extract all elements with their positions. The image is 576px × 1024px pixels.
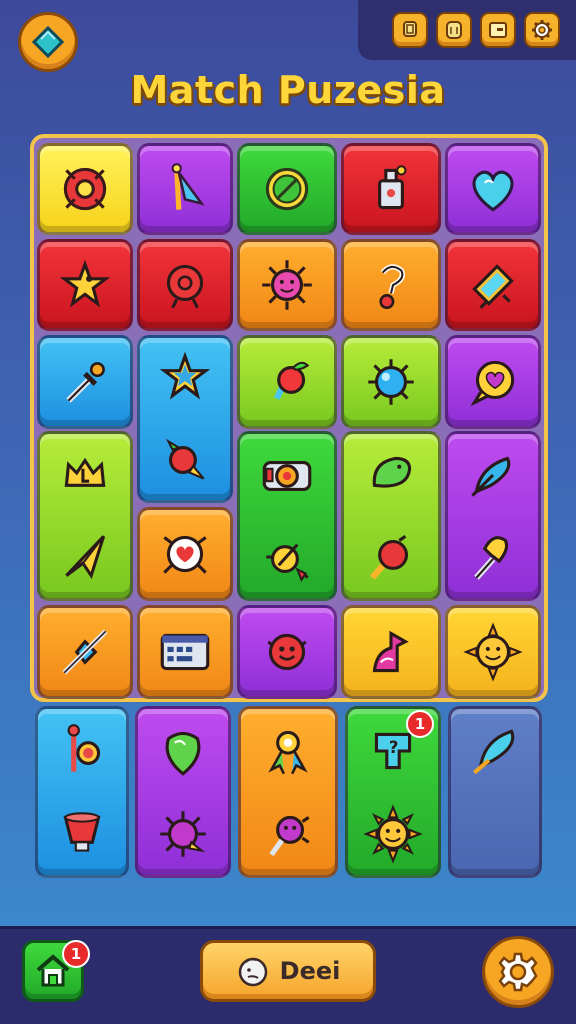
tile-medal-cup[interactable] [35,706,129,878]
shop-button[interactable] [480,12,516,48]
settings-button[interactable] [482,936,554,1008]
game-board [30,134,548,702]
deal-button[interactable]: Deei [200,940,376,1002]
tile-tablet[interactable] [445,239,541,331]
trophy-button[interactable] [392,12,428,48]
tile-heart-sign[interactable] [137,507,233,601]
tile-star[interactable] [37,239,133,331]
diamond-icon [31,25,65,59]
deal-label: Deei [279,957,341,985]
paper-plane-icon [65,535,106,580]
tile-bottle[interactable] [341,143,441,235]
star-outline-icon [159,351,211,399]
tile-dagger[interactable] [37,335,133,429]
sun-icon [363,803,423,864]
keyboard-icon [160,633,210,671]
tile-sun-smile[interactable] [445,605,541,699]
camera-icon [262,461,312,492]
rocket-berry-icon [165,438,205,480]
star-icon [59,259,111,308]
gear-icon [498,952,538,992]
tile-star-rocket[interactable] [137,335,233,503]
tile-donut[interactable] [37,143,133,235]
tile-notification-badge: 1 [406,710,434,738]
donut-icon [63,167,107,211]
tile-feather-pen[interactable] [448,706,542,878]
sun-smile-icon [463,622,523,682]
top-toolbar [358,0,576,60]
tile-spark-sword[interactable] [37,605,133,699]
medal-icon [67,723,101,772]
tile-gem-mine[interactable] [135,706,231,878]
balloon-icon [166,264,204,309]
tile-ribbon-bug[interactable] [238,706,338,878]
heart-bubble-icon [470,360,515,407]
question-hook-icon [379,264,405,310]
sun-face-icon [262,260,312,310]
tile-crown-plane[interactable] [37,431,133,601]
gem-leaf-icon [165,731,201,776]
back-button[interactable] [18,12,78,72]
bottle-icon [378,165,407,210]
tile-smile-ball[interactable] [237,605,337,699]
card-button[interactable] [436,12,472,48]
ring-icon [265,167,309,211]
tablet-icon [472,264,514,309]
music-note-icon [372,630,409,673]
feather-pen-icon [472,729,515,775]
tile-balloon[interactable] [137,239,233,331]
tile-ring[interactable] [237,143,337,235]
crown-badge-icon [64,457,106,487]
compass-icon [266,543,309,582]
tile-camera-compass[interactable] [237,431,337,601]
svg-text:?: ? [389,738,399,757]
smile-ball-icon [267,633,307,671]
tile-heart-gem[interactable] [445,143,541,235]
gear-icon [532,20,552,40]
tile-pennant[interactable] [137,143,233,235]
cherry-pin-icon [370,535,409,580]
star-mine-icon [160,810,206,857]
cup-icon [63,811,101,852]
ice-cream-icon [474,536,509,580]
tile-leaf-cherry[interactable] [341,431,441,601]
tile-question-hook[interactable] [341,239,441,331]
settings-button-top[interactable] [524,12,560,48]
trophy-icon [403,21,417,37]
heart-gem-icon [472,170,514,212]
tile-strawberry[interactable] [237,335,337,429]
tile-sun-face[interactable] [237,239,337,331]
heart-sign-icon [163,535,207,574]
tile-blue-orb[interactable] [341,335,441,429]
bug-icon [269,815,310,856]
strawberry-icon [273,361,310,400]
tile-feather-cream[interactable] [445,431,541,601]
blue-orb-icon [368,359,414,405]
feather-icon [471,456,511,497]
spark-sword-icon [62,629,108,675]
ribbon-icon [268,730,308,774]
game-title: Match Puzesia [130,68,446,112]
face-icon [238,957,267,987]
tile-music-note[interactable] [341,605,441,699]
home-notification-badge: 1 [62,940,90,968]
leaf-icon [372,456,412,488]
card-icon [446,21,462,39]
shop-icon [489,22,507,38]
tile-heart-bubble[interactable] [445,335,541,429]
tile-keyboard[interactable] [137,605,233,699]
dagger-icon [66,362,105,403]
pennant-icon [171,163,205,210]
